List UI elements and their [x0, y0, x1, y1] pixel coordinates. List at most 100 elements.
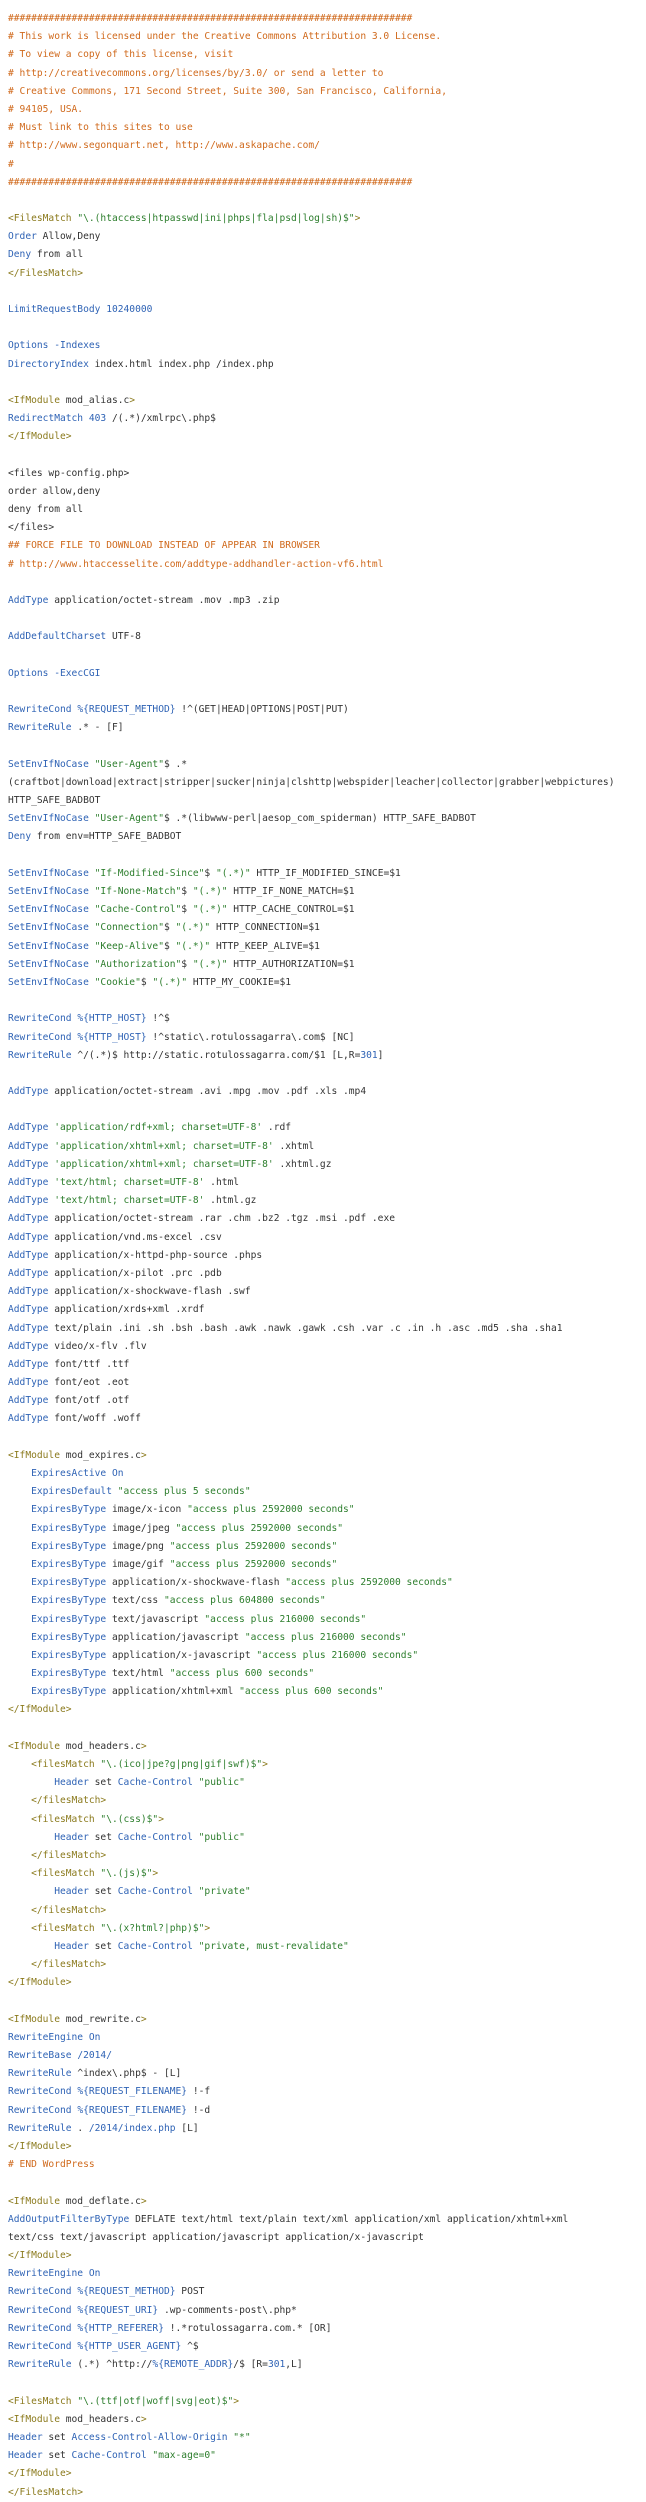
- code-line: ExpiresByType text/css "access plus 6048…: [8, 1592, 646, 1610]
- code-text: .: [71, 2122, 89, 2134]
- code-tag: <IfModule: [8, 1449, 60, 1461]
- code-string: "access plus 2592000 seconds": [285, 1577, 453, 1589]
- code-line: </FilesMatch>: [8, 2484, 646, 2502]
- code-line: Header set Access-Control-Allow-Origin "…: [8, 2429, 646, 2447]
- code-text: text/html: [106, 1668, 170, 1680]
- code-text: ]: [377, 1049, 384, 1061]
- code-line: </files>: [8, 519, 646, 537]
- code-text: .html: [204, 1177, 240, 1188]
- code-text: /$ [R=: [233, 2359, 268, 2371]
- code-text: !-f: [187, 2086, 211, 2098]
- code-tag: </FilesMatch>: [8, 267, 84, 279]
- code-tag: <FilesMatch: [8, 2395, 78, 2407]
- code-directive: Cache-Control: [117, 1886, 193, 1898]
- code-directive: RewriteRule: [8, 2122, 72, 2134]
- code-text: HTTP_MY_COOKIE=$1: [187, 976, 292, 988]
- code-line: RewriteEngine On: [8, 2029, 646, 2047]
- code-tag: <filesMatch: [31, 1922, 101, 1934]
- code-directive: SetEnvIfNoCase: [8, 758, 89, 770]
- code-directive: RewriteCond: [8, 1013, 72, 1025]
- code-string: "(.*)": [192, 886, 228, 897]
- code-tag: </IfModule>: [8, 2468, 72, 2480]
- code-line: </filesMatch>: [8, 1902, 646, 1920]
- code-directive: ExpiresByType: [31, 1522, 107, 1534]
- code-string: "\.(css)$": [100, 1813, 159, 1825]
- code-line: AddOutputFilterByType DEFLATE text/html …: [8, 2211, 646, 2229]
- code-comment: # END WordPress: [8, 2159, 95, 2171]
- code-directive: %{REQUEST_METHOD}: [77, 2286, 176, 2298]
- code-text: HTTP_CACHE_CONTROL=$1: [227, 904, 355, 916]
- code-line: AddType font/otf .otf: [8, 1392, 646, 1410]
- code-line: ########################################…: [8, 174, 646, 192]
- code-text: !^(GET|HEAD|OPTIONS|POST|PUT): [175, 704, 349, 716]
- code-directive: AddType: [8, 1304, 49, 1316]
- code-directive: On: [88, 2031, 101, 2043]
- code-string: "Keep-Alive": [94, 940, 164, 952]
- code-directive: RewriteCond: [8, 2286, 72, 2298]
- code-line: SetEnvIfNoCase "User-Agent"$ .*(libwww-p…: [8, 810, 646, 828]
- code-line: SetEnvIfNoCase "Keep-Alive"$ "(.*)" HTTP…: [8, 938, 646, 956]
- code-text: ^$: [181, 2341, 199, 2352]
- code-text: application/x-httpd-php-source .phps: [48, 1249, 263, 1261]
- code-line: SetEnvIfNoCase "If-Modified-Since"$ "(.*…: [8, 865, 646, 883]
- code-string: "public": [198, 1777, 245, 1789]
- code-directive: Order: [8, 231, 37, 243]
- code-line: Header set Cache-Control "public": [8, 1774, 646, 1792]
- code-tag: </filesMatch>: [31, 1959, 107, 1971]
- code-directive: SetEnvIfNoCase: [8, 958, 89, 970]
- code-line: </IfModule>: [8, 2138, 646, 2156]
- code-string: "(.*)": [192, 904, 228, 916]
- code-directive: Cache-Control: [117, 1831, 193, 1843]
- code-directive: RewriteCond: [8, 2322, 72, 2334]
- code-string: "max-age=0": [152, 2450, 216, 2462]
- code-text: $: [140, 976, 153, 988]
- code-line: <files wp-config.php>: [8, 465, 646, 483]
- code-directive: AddType: [8, 1377, 49, 1389]
- code-text: set: [42, 2431, 72, 2443]
- code-directive: Header: [54, 1777, 89, 1789]
- code-directive: AddType: [8, 595, 49, 606]
- code-line: RewriteRule .* - [F]: [8, 719, 646, 737]
- code-text: (.*) ^http://: [71, 2359, 153, 2371]
- code-directive: RewriteRule: [8, 722, 72, 734]
- code-text: $: [163, 922, 176, 934]
- code-directive: Cache-Control: [117, 1777, 193, 1789]
- code-string: "access plus 5 seconds": [117, 1486, 251, 1498]
- code-line: Options -ExecCGI: [8, 665, 646, 683]
- code-line: # Must link to this sites to use: [8, 119, 646, 137]
- code-text: ^/(.*)$ http://static.rotulossagarra.com…: [71, 1049, 361, 1061]
- code-tag: <filesMatch: [31, 1868, 101, 1880]
- code-line: AddType application/octet-stream .avi .m…: [8, 1083, 646, 1101]
- code-directive: AddType: [8, 1358, 49, 1370]
- code-text: HTTP_KEEP_ALIVE=$1: [210, 940, 320, 952]
- code-text: <files wp-config.php>: [8, 467, 130, 479]
- code-comment: ########################################…: [8, 13, 413, 24]
- code-directive: AddType: [8, 1267, 49, 1279]
- code-directive: AddType: [8, 1086, 49, 1098]
- code-directive: ExpiresByType: [31, 1504, 107, 1516]
- code-line: RedirectMatch 403 /(.*)/xmlrpc\.php$: [8, 410, 646, 428]
- code-directive: AddType: [8, 1177, 49, 1188]
- code-text: application/javascript: [106, 1631, 245, 1643]
- code-string: "access plus 2592000 seconds": [187, 1504, 355, 1516]
- code-text: Allow,Deny: [36, 231, 101, 243]
- code-text: .wp-comments-post\.php*: [158, 2304, 297, 2316]
- code-directive: DirectoryIndex: [8, 358, 89, 370]
- code-tag: <IfModule: [8, 2413, 60, 2425]
- code-line: #: [8, 156, 646, 174]
- code-tag: <filesMatch: [31, 1759, 101, 1770]
- code-line: </filesMatch>: [8, 1956, 646, 1974]
- code-text: set: [88, 1886, 118, 1898]
- code-directive: ExpiresByType: [31, 1649, 107, 1661]
- code-text: image/png: [106, 1540, 170, 1552]
- code-text: font/ttf .ttf: [48, 1358, 130, 1370]
- code-directive: Options: [8, 340, 49, 352]
